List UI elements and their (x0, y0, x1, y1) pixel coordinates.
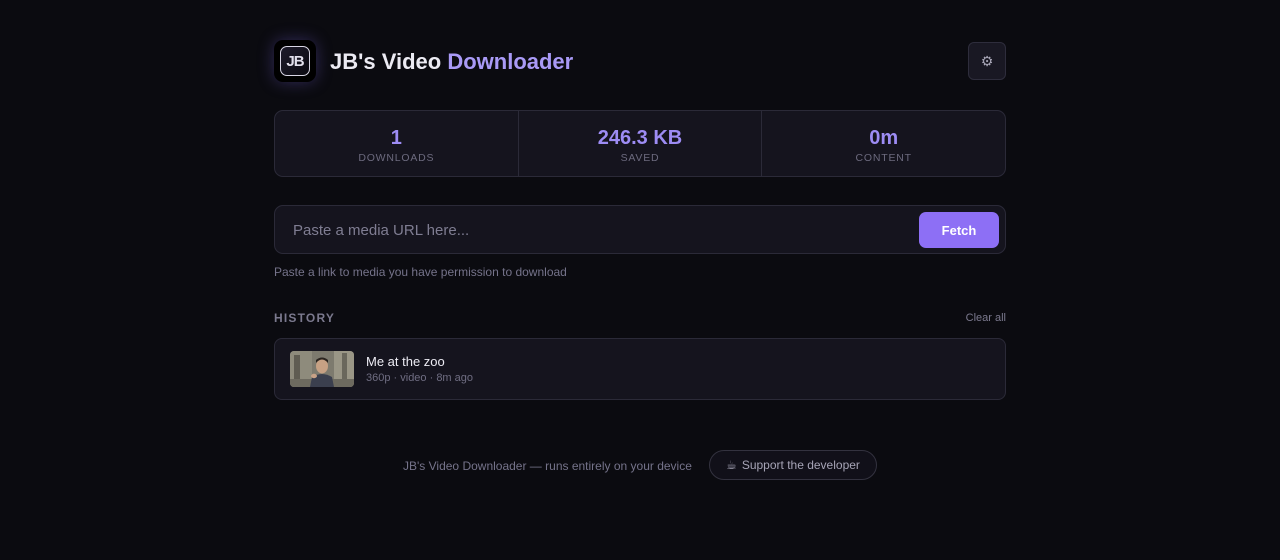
stat-content: 0m CONTENT (761, 111, 1005, 176)
history-item[interactable]: Me at the zoo 360p · video · 8m ago (274, 338, 1006, 400)
app-logo: JB (274, 40, 316, 82)
settings-button[interactable]: ⚙ (968, 42, 1006, 80)
stat-value: 0m (869, 127, 899, 149)
stat-value: 1 (390, 127, 402, 149)
support-button[interactable]: ☕ Support the developer (709, 450, 877, 480)
title-accent: Downloader (447, 49, 574, 74)
url-input[interactable] (293, 218, 893, 242)
stat-label: SAVED (620, 152, 660, 164)
url-bar: Fetch (274, 205, 1006, 254)
stat-label: CONTENT (855, 152, 912, 164)
stat-label: DOWNLOADS (358, 152, 435, 164)
footer-text: JB's Video Downloader — runs entirely on… (403, 459, 692, 473)
app-root: JB JB's Video Downloader ⚙ 1 DOWNLOADS 2… (0, 0, 1280, 560)
history-header: HISTORY Clear all (274, 311, 1006, 327)
stat-downloads: 1 DOWNLOADS (275, 111, 518, 176)
history-item-title: Me at the zoo (366, 354, 445, 369)
stats-panel: 1 DOWNLOADS 246.3 KB SAVED 0m CONTENT (274, 110, 1006, 177)
history-item-meta: 360p · video · 8m ago (366, 372, 474, 384)
url-hint: Paste a link to media you have permissio… (274, 265, 567, 279)
logo-mark: JB (280, 46, 310, 76)
history-title: HISTORY (274, 311, 336, 325)
page-title: JB's Video Downloader (330, 49, 573, 75)
title-main: JB's Video (330, 49, 442, 74)
gear-icon: ⚙ (980, 52, 994, 69)
video-thumbnail (290, 351, 354, 387)
stat-saved: 246.3 KB SAVED (517, 111, 762, 176)
coffee-icon: ☕ (726, 458, 737, 472)
support-label: Support the developer (741, 458, 860, 472)
fetch-button[interactable]: Fetch (919, 212, 999, 248)
clear-all-button[interactable]: Clear all (966, 312, 1006, 324)
stat-value: 246.3 KB (597, 127, 683, 149)
header: JB JB's Video Downloader ⚙ (274, 40, 1006, 82)
